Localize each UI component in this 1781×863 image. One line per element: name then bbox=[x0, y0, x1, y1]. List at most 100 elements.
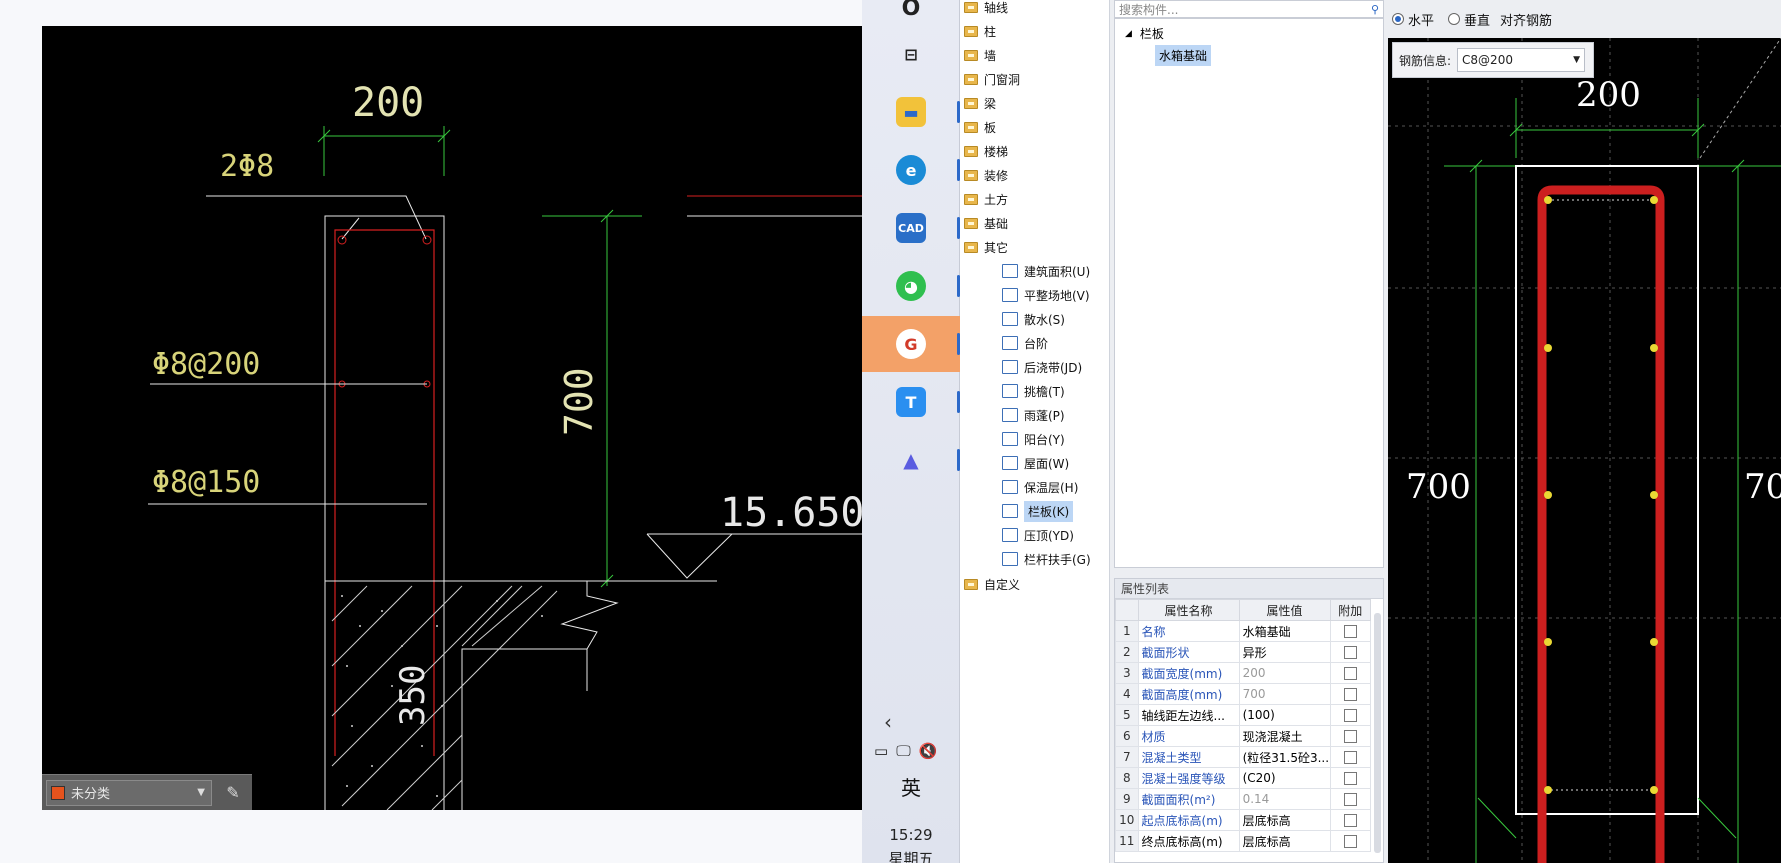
search-icon[interactable]: ⚲ bbox=[1371, 3, 1379, 16]
tree-folder[interactable]: 梁 bbox=[964, 93, 996, 113]
group-row[interactable]: ◢ 栏板 bbox=[1125, 25, 1164, 42]
checkbox[interactable] bbox=[1343, 646, 1357, 659]
property-row[interactable]: 3 截面宽度(mm) 200 bbox=[1115, 662, 1372, 684]
tree-folder-custom[interactable]: 自定义 bbox=[964, 574, 1020, 594]
property-value[interactable]: 700 bbox=[1238, 683, 1331, 705]
text-app-icon[interactable]: T bbox=[862, 374, 960, 430]
chevron-down-icon: ▼ bbox=[197, 787, 205, 798]
tree-item[interactable]: 栏杆扶手(G) bbox=[1002, 549, 1091, 569]
component-type-icon bbox=[1002, 312, 1018, 326]
collapse-triangle-icon[interactable]: ◢ bbox=[1125, 29, 1132, 39]
clock-day[interactable]: 星期五 bbox=[862, 848, 960, 863]
checkbox[interactable] bbox=[1343, 625, 1357, 638]
property-row[interactable]: 5 轴线距左边线... (100) bbox=[1115, 704, 1372, 726]
property-value[interactable]: 层底标高 bbox=[1238, 830, 1331, 852]
checkbox[interactable] bbox=[1343, 751, 1357, 764]
checkbox[interactable] bbox=[1343, 730, 1357, 743]
tree-folder[interactable]: 轴线 bbox=[964, 0, 1008, 17]
component-type-icon bbox=[1002, 336, 1018, 350]
checkbox[interactable] bbox=[1343, 793, 1357, 806]
tree-folder[interactable]: 墙 bbox=[964, 45, 996, 65]
checkbox[interactable] bbox=[1343, 667, 1357, 680]
rebar-drawing: 200 700 70 bbox=[1388, 38, 1781, 863]
input-language[interactable]: 英 bbox=[862, 772, 960, 801]
property-row[interactable]: 11 终点底标高(m) 层底标高 bbox=[1115, 830, 1372, 852]
property-row[interactable]: 6 材质 现浇混凝土 bbox=[1115, 725, 1372, 747]
volume-muted-icon[interactable]: 🔇 bbox=[919, 742, 938, 760]
network-icon[interactable]: 🖵 bbox=[896, 742, 910, 760]
tree-folder[interactable]: 装修 bbox=[964, 165, 1008, 185]
checkbox[interactable] bbox=[1343, 814, 1357, 827]
checkbox[interactable] bbox=[1343, 835, 1357, 848]
property-extra bbox=[1329, 746, 1372, 768]
property-row[interactable]: 9 截面面积(m²) 0.14 bbox=[1115, 788, 1372, 810]
property-value[interactable]: 0.14 bbox=[1238, 788, 1331, 810]
property-value[interactable]: 水箱基础 bbox=[1238, 620, 1331, 642]
property-extra bbox=[1329, 704, 1372, 726]
checkbox[interactable] bbox=[1343, 709, 1357, 722]
property-value[interactable]: 现浇混凝土 bbox=[1238, 725, 1331, 747]
tree-item[interactable]: 散水(S) bbox=[1002, 309, 1065, 329]
property-row[interactable]: 7 混凝土类型 (粒径31.5砼3... bbox=[1115, 746, 1372, 768]
property-row[interactable]: 2 截面形状 异形 bbox=[1115, 641, 1372, 663]
property-value[interactable]: 异形 bbox=[1238, 641, 1331, 663]
tree-folder[interactable]: 基础 bbox=[964, 213, 1008, 233]
tree-item[interactable]: 栏板(K) bbox=[1002, 500, 1074, 522]
layer-dropdown[interactable]: 未分类 ▼ bbox=[46, 779, 212, 806]
checkbox[interactable] bbox=[1343, 772, 1357, 785]
rebar-canvas[interactable]: 200 700 70 钢筋信息: C8@200 ▼ bbox=[1388, 38, 1781, 863]
property-extra bbox=[1329, 725, 1372, 747]
tree-folder[interactable]: 其它 bbox=[964, 237, 1008, 257]
cad-viewer[interactable]: 200 2Φ8 Φ8@200 Φ8@150 700 15.650 350 未分类… bbox=[42, 26, 862, 810]
rebar-info-dropdown[interactable]: C8@200 ▼ bbox=[1457, 48, 1586, 72]
edge-browser-icon[interactable]: e bbox=[862, 142, 960, 198]
tree-folder[interactable]: 门窗洞 bbox=[964, 69, 1020, 89]
tree-item[interactable]: 建筑面积(U) bbox=[1002, 261, 1090, 281]
clock-time[interactable]: 15:29 bbox=[862, 826, 960, 844]
property-row[interactable]: 4 截面高度(mm) 700 bbox=[1115, 683, 1372, 705]
property-name: 终点底标高(m) bbox=[1137, 830, 1240, 852]
property-scrollbar[interactable] bbox=[1374, 613, 1381, 853]
chevron-down-icon: ▼ bbox=[1573, 55, 1581, 65]
property-extra bbox=[1329, 662, 1372, 684]
edit-layer-icon[interactable]: ✎ bbox=[218, 780, 248, 806]
radio-horizontal[interactable] bbox=[1392, 13, 1404, 25]
search-input[interactable]: 搜索构件... ⚲ bbox=[1114, 0, 1384, 18]
tree-folder[interactable]: 板 bbox=[964, 117, 996, 137]
property-value[interactable]: 200 bbox=[1238, 662, 1331, 684]
property-row[interactable]: 8 混凝土强度等级 (C20) bbox=[1115, 767, 1372, 789]
property-value[interactable]: (C20) bbox=[1238, 767, 1331, 789]
tree-item[interactable]: 雨蓬(P) bbox=[1002, 405, 1065, 425]
tree-item[interactable]: 平整场地(V) bbox=[1002, 285, 1090, 305]
wechat-icon[interactable]: ◕ bbox=[862, 258, 960, 314]
property-value[interactable]: (100) bbox=[1238, 704, 1331, 726]
battery-icon[interactable]: ▭ bbox=[874, 742, 888, 760]
tree-folder[interactable]: 柱 bbox=[964, 21, 996, 41]
radio-vertical[interactable] bbox=[1448, 13, 1461, 25]
tree-item[interactable]: 保温层(H) bbox=[1002, 477, 1078, 497]
property-row[interactable]: 10 起点底标高(m) 层底标高 bbox=[1115, 809, 1372, 831]
glodon-app-icon[interactable]: G bbox=[862, 316, 960, 372]
cad-app-icon[interactable]: CAD bbox=[862, 200, 960, 256]
component-type-icon bbox=[1002, 528, 1018, 542]
ruler-app-icon[interactable]: ⊟ bbox=[862, 26, 960, 82]
tree-folder[interactable]: 楼梯 bbox=[964, 141, 1008, 161]
property-value[interactable]: (粒径31.5砼3... bbox=[1238, 746, 1331, 768]
tree-item[interactable]: 屋面(W) bbox=[1002, 453, 1069, 473]
property-name: 截面高度(mm) bbox=[1137, 683, 1240, 705]
chevron-left-icon[interactable]: ‹ bbox=[884, 710, 892, 734]
tree-item[interactable]: 后浇带(JD) bbox=[1002, 357, 1082, 377]
photos-icon[interactable]: ▲ bbox=[862, 432, 960, 488]
tree-item[interactable]: 台阶 bbox=[1002, 333, 1048, 353]
tree-item[interactable]: 挑檐(T) bbox=[1002, 381, 1065, 401]
property-row[interactable]: 1 名称 水箱基础 bbox=[1115, 620, 1372, 642]
align-rebar-button[interactable]: 对齐钢筋 bbox=[1500, 10, 1552, 29]
checkbox[interactable] bbox=[1343, 688, 1357, 701]
tree-folder[interactable]: 土方 bbox=[964, 189, 1008, 209]
property-value[interactable]: 层底标高 bbox=[1238, 809, 1331, 831]
tree-item[interactable]: 阳台(Y) bbox=[1002, 429, 1065, 449]
property-name: 截面形状 bbox=[1137, 641, 1240, 663]
component-item-selected[interactable]: 水箱基础 bbox=[1155, 45, 1212, 66]
file-explorer-icon[interactable]: ▬ bbox=[862, 84, 960, 140]
tree-item[interactable]: 压顶(YD) bbox=[1002, 525, 1074, 545]
